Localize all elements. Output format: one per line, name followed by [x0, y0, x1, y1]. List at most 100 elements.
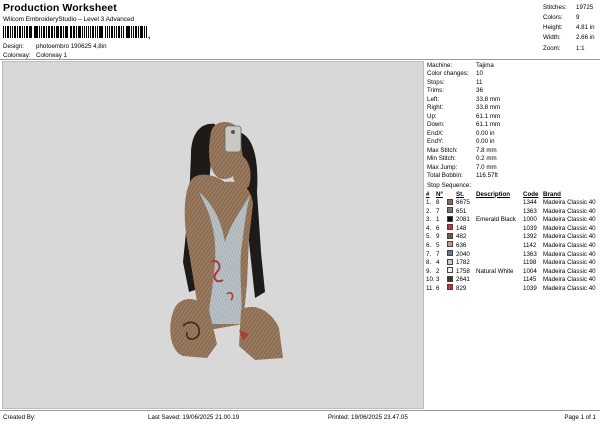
- color-swatch-cell: [447, 224, 456, 232]
- stat-row: Height: 4.81 in: [543, 23, 600, 33]
- cell-number: 3: [436, 276, 440, 284]
- table-row: 7. 7 2040 1363 Madeira Classic 40: [426, 250, 600, 259]
- color-swatch: [447, 258, 453, 265]
- barcode-bar: [125, 26, 127, 38]
- table-row: 3. 1 2081 Emerald Black 1000 Madeira Classic …: [426, 215, 600, 225]
- col-header-code: Code: [523, 190, 539, 198]
- param-row: Right: 33.8 mm: [426, 104, 600, 113]
- stop-sequence-rows: 1. 8 6675 1344 Madeira Classic 40 2. 7 651 1363 M…: [426, 198, 600, 293]
- param-row: Max Stitch: 7.8 mm: [426, 146, 600, 155]
- barcode-bar: [102, 26, 104, 38]
- param-value: 33.8 mm: [476, 95, 501, 103]
- cell-brand: Madeira Classic 40: [543, 233, 596, 241]
- cell-number: 9: [436, 233, 440, 241]
- color-swatch: [447, 215, 453, 222]
- stat-row: Colors: 9: [543, 12, 600, 22]
- barcode-bar: [83, 26, 85, 38]
- stop-sequence-title: Stop Sequence:: [427, 181, 472, 189]
- cell-brand: Madeira Classic 40: [543, 284, 596, 292]
- cell-code: 1039: [523, 284, 537, 292]
- barcode-bar: [41, 26, 43, 38]
- param-row: Min Stitch: 0.2 mm: [426, 155, 600, 164]
- page-number: Page 1 of 1: [564, 414, 596, 422]
- cell-code: 1000: [523, 216, 537, 224]
- barcode-bar: [3, 26, 4, 38]
- col-header-number: Nº: [436, 190, 443, 198]
- table-row: 1. 8 6675 1344 Madeira Classic 40: [426, 198, 600, 208]
- barcode-bar: [123, 26, 125, 38]
- barcode-bar: [23, 26, 25, 38]
- param-value: 0.00 in: [476, 138, 495, 146]
- cell-code: 1344: [523, 199, 537, 207]
- barcode-bar: [45, 26, 47, 38]
- barcode-bar: [6, 26, 9, 38]
- barcode-bar: [92, 26, 95, 38]
- param-row: Down: 61.1 mm: [426, 121, 600, 130]
- cell-brand: Madeira Classic 40: [543, 250, 596, 258]
- colorway-value: Colorway 1: [36, 51, 67, 59]
- color-swatch: [447, 275, 453, 282]
- barcode-bar: [134, 26, 137, 38]
- table-row: 8. 4 1782 1198 Madeira Classic 40: [426, 258, 600, 267]
- param-value: 0.2 mm: [476, 155, 497, 163]
- design-row: Design: photoembro 190625 4,8in: [3, 42, 303, 51]
- table-row: 6. 5 636 1142 Madeira Classic 40: [426, 241, 600, 250]
- barcode-bar: [31, 26, 33, 38]
- stat-row: Stitches: 19725: [543, 2, 600, 12]
- color-swatch-cell: [447, 215, 456, 224]
- barcode-bar: [71, 26, 73, 38]
- barcode-bar: [11, 26, 13, 38]
- barcode-bar: [64, 26, 66, 38]
- param-label: Trims:: [427, 87, 444, 95]
- barcode-bar: [144, 26, 146, 38]
- cell-brand: Madeira Classic 40: [543, 207, 596, 215]
- barcode-bar: [76, 26, 78, 38]
- stat-row: Zoom: 1:1: [543, 43, 600, 53]
- cell-stitches: 148: [456, 224, 467, 232]
- cell-number: 5: [436, 241, 440, 249]
- param-row: Left: 33.8 mm: [426, 95, 600, 104]
- param-value: 36: [476, 87, 483, 95]
- barcode-bar: [62, 26, 64, 38]
- stat-value: 19725: [576, 3, 594, 11]
- color-swatch: [447, 198, 453, 205]
- param-label: Left:: [427, 95, 440, 103]
- barcode: [3, 26, 148, 38]
- param-row: Max Jump: 7.0 mm: [426, 163, 600, 172]
- stat-value: 2.66 in: [576, 34, 595, 42]
- design-stats: Stitches: 19725 Colors: 9 Height: 4.81 in W…: [543, 2, 600, 53]
- cell-index: 3.: [426, 216, 432, 224]
- cell-stitches: 636: [456, 241, 467, 249]
- barcode-bar: [111, 26, 114, 38]
- cell-stitches: 651: [456, 207, 467, 215]
- cell-description: Emerald Black: [476, 216, 516, 224]
- color-swatch-cell: [447, 198, 456, 207]
- stat-value: 9: [576, 13, 580, 21]
- cell-number: 6: [436, 224, 440, 232]
- cell-stitches: 1758: [456, 267, 470, 275]
- cell-index: 11.: [426, 284, 435, 292]
- cell-brand: Madeira Classic 40: [543, 267, 596, 275]
- cell-code: 1392: [523, 233, 537, 241]
- table-row: 5. 9 482 1392 Madeira Classic 40: [426, 232, 600, 242]
- param-value: 7.8 mm: [476, 146, 497, 154]
- color-swatch: [447, 250, 453, 257]
- cell-stitches: 2081: [456, 216, 470, 224]
- color-swatch: [447, 224, 453, 231]
- param-label: Total Bobbin:: [427, 172, 463, 180]
- table-row: 9. 2 1758 Natural White 1004 Madeira Classic …: [426, 267, 600, 276]
- barcode-bar: [127, 26, 130, 38]
- stat-label: Stitches:: [543, 3, 567, 11]
- param-row: Total Bobbin: 116.57ft: [426, 172, 600, 181]
- barcode-bar: [104, 26, 107, 38]
- barcode-bar: [52, 26, 54, 38]
- param-label: Machine:: [427, 61, 453, 69]
- color-swatch-cell: [447, 258, 456, 267]
- stat-label: Height:: [543, 24, 563, 32]
- machine-params: Machine: Tajima Color changes: 10 Stops: 11…: [426, 61, 600, 180]
- embroidery-design-image: [170, 121, 283, 360]
- barcode-bar: [38, 26, 40, 38]
- cell-code: 1145: [523, 276, 537, 284]
- barcode-bar: [59, 26, 62, 38]
- param-row: Up: 61.1 mm: [426, 112, 600, 121]
